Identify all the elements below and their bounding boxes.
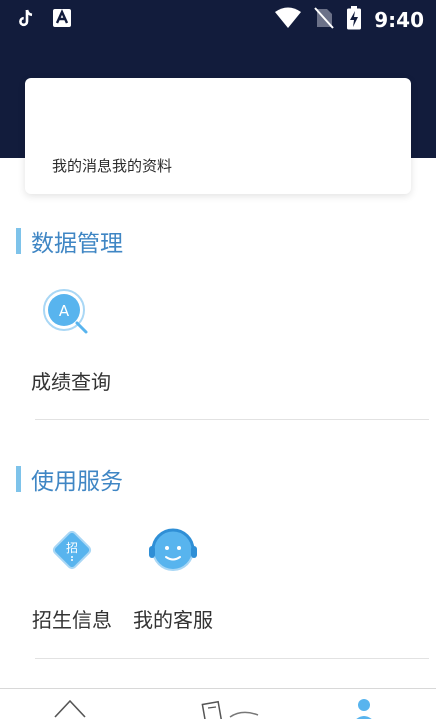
customer-service-tile[interactable]: 我的客服 <box>133 526 213 633</box>
text-app-icon <box>52 8 72 32</box>
customer-service-icon <box>147 526 199 578</box>
news-icon[interactable] <box>200 697 260 719</box>
profile-icon[interactable] <box>352 697 376 719</box>
wifi-icon <box>274 7 302 33</box>
score-search-icon: A <box>42 288 90 340</box>
tile-label: 成绩查询 <box>31 370 111 394</box>
tile-label: 招生信息 <box>32 608 112 632</box>
admissions-icon: 招 <box>48 526 96 578</box>
admissions-glyph: 招 <box>66 541 78 555</box>
admissions-tile[interactable]: 招 招生信息 <box>32 526 112 633</box>
status-bar: 9:40 <box>0 0 436 38</box>
bottom-nav <box>0 688 436 719</box>
section-services: 使用服务 <box>16 462 123 496</box>
section-divider <box>35 658 429 659</box>
section-title: 数据管理 <box>31 231 123 257</box>
battery-charging-icon <box>346 6 362 34</box>
score-query-tile[interactable]: A 成绩查询 <box>31 288 111 395</box>
home-icon[interactable] <box>52 697 88 719</box>
my-profile-link[interactable]: 我的资料 <box>112 155 172 176</box>
section-divider <box>35 419 429 420</box>
section-accent-bar <box>16 228 21 254</box>
no-sim-icon <box>314 7 334 33</box>
section-data-management: 数据管理 <box>16 224 123 258</box>
my-messages-link[interactable]: 我的消息 <box>52 155 112 176</box>
tile-label: 我的客服 <box>133 608 213 632</box>
section-title: 使用服务 <box>31 469 123 495</box>
status-time: 9:40 <box>374 8 424 32</box>
score-search-glyph: A <box>59 302 70 320</box>
app-screen: 9:40 我的消息 我的资料 数据管理 A 成绩查询 使用服务 招 招生信息 我… <box>0 0 436 719</box>
section-accent-bar <box>16 466 21 492</box>
profile-card: 我的消息 我的资料 <box>25 78 411 194</box>
tiktok-icon <box>18 8 34 32</box>
profile-links: 我的消息 我的资料 <box>52 155 172 176</box>
